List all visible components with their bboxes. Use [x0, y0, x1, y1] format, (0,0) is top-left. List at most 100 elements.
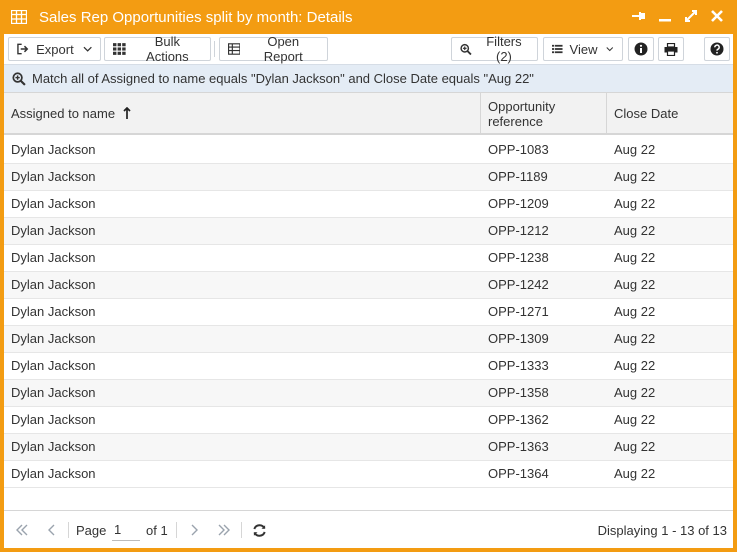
table-row[interactable]: Dylan Jackson OPP-1083 Aug 22 [4, 137, 733, 164]
cell-close-date: Aug 22 [614, 385, 656, 400]
first-page-icon[interactable] [14, 522, 30, 538]
cell-close-date: Aug 22 [614, 466, 656, 481]
table-row[interactable]: Dylan Jackson OPP-1189 Aug 22 [4, 164, 733, 191]
table-row[interactable]: Dylan Jackson OPP-1212 Aug 22 [4, 218, 733, 245]
column-header-label: Opportunity reference [488, 98, 556, 129]
bulk-actions-label: Bulk Actions [146, 34, 189, 64]
cell-close-date: Aug 22 [614, 169, 656, 184]
cell-assigned-to-name: Dylan Jackson [11, 439, 96, 454]
table-header: Assigned to name Opportunity reference C… [4, 92, 733, 135]
page-number-input[interactable] [112, 519, 140, 541]
toolbar-divider [214, 41, 215, 57]
export-icon [17, 43, 29, 55]
cell-assigned-to-name: Dylan Jackson [11, 196, 96, 211]
table-body: Dylan Jackson OPP-1083 Aug 22 Dylan Jackso… [4, 137, 733, 488]
column-header-close-date[interactable]: Close Date [607, 93, 733, 134]
cell-opportunity-reference: OPP-1238 [488, 250, 549, 265]
filter-summary-bar: Match all of Assigned to name equals "Dy… [4, 64, 733, 92]
cell-opportunity-reference: OPP-1212 [488, 223, 549, 238]
filters-button[interactable]: Filters (2) [451, 34, 538, 64]
view-button[interactable]: View [543, 37, 623, 61]
help-icon [710, 42, 724, 56]
cell-close-date: Aug 22 [614, 412, 656, 427]
table-row[interactable]: Dylan Jackson OPP-1358 Aug 22 [4, 380, 733, 407]
open-report-button[interactable]: Open Report [219, 34, 328, 64]
bulk-actions-button[interactable]: Bulk Actions [104, 34, 211, 64]
page-label: Page [76, 523, 107, 538]
display-count-label: Displaying 1 - 13 of 13 [597, 523, 727, 538]
cell-assigned-to-name: Dylan Jackson [11, 169, 96, 184]
table-row[interactable]: Dylan Jackson OPP-1333 Aug 22 [4, 353, 733, 380]
export-button[interactable]: Export [8, 37, 101, 61]
cell-assigned-to-name: Dylan Jackson [11, 277, 96, 292]
table-row[interactable]: Dylan Jackson OPP-1362 Aug 22 [4, 407, 733, 434]
grid-dots-icon [113, 43, 126, 55]
sort-ascending-icon [123, 107, 131, 119]
cell-assigned-to-name: Dylan Jackson [11, 142, 96, 157]
cell-opportunity-reference: OPP-1189 [488, 169, 548, 184]
column-header-label: Close Date [614, 106, 679, 121]
page-count-label: of 1 [146, 523, 168, 538]
cell-opportunity-reference: OPP-1083 [488, 142, 549, 157]
print-icon [664, 42, 678, 56]
next-page-icon[interactable] [186, 522, 202, 538]
minimize-icon[interactable] [657, 8, 673, 24]
previous-page-icon[interactable] [44, 522, 60, 538]
pager-divider [68, 522, 69, 538]
chevron-down-icon [83, 46, 92, 52]
cell-opportunity-reference: OPP-1363 [488, 439, 549, 454]
table-row[interactable]: Dylan Jackson OPP-1242 Aug 22 [4, 272, 733, 299]
window-title: Sales Rep Opportunities split by month: … [39, 8, 353, 26]
maximize-icon[interactable] [683, 8, 699, 24]
cell-close-date: Aug 22 [614, 277, 656, 292]
cell-close-date: Aug 22 [614, 304, 656, 319]
table-row[interactable]: Dylan Jackson OPP-1271 Aug 22 [4, 299, 733, 326]
column-header-opportunity-reference[interactable]: Opportunity reference [481, 93, 607, 134]
help-button[interactable] [704, 37, 730, 61]
cell-assigned-to-name: Dylan Jackson [11, 358, 96, 373]
filters-label: Filters (2) [486, 34, 522, 64]
cell-opportunity-reference: OPP-1358 [488, 385, 549, 400]
pin-icon[interactable] [631, 8, 647, 24]
cell-opportunity-reference: OPP-1209 [488, 196, 549, 211]
cell-close-date: Aug 22 [614, 250, 656, 265]
cell-assigned-to-name: Dylan Jackson [11, 412, 96, 427]
cell-assigned-to-name: Dylan Jackson [11, 466, 96, 481]
cell-assigned-to-name: Dylan Jackson [11, 385, 96, 400]
info-icon [634, 42, 648, 56]
pager-divider [241, 522, 242, 538]
info-button[interactable] [628, 37, 654, 61]
details-window: Sales Rep Opportunities split by month: … [0, 0, 737, 552]
grid-icon [11, 10, 27, 24]
print-button[interactable] [658, 37, 684, 61]
list-icon [552, 44, 563, 54]
cell-opportunity-reference: OPP-1242 [488, 277, 549, 292]
cell-assigned-to-name: Dylan Jackson [11, 331, 96, 346]
cell-close-date: Aug 22 [614, 358, 656, 373]
title-bar[interactable]: Sales Rep Opportunities split by month: … [0, 0, 737, 34]
table-row[interactable]: Dylan Jackson OPP-1363 Aug 22 [4, 434, 733, 461]
close-icon[interactable] [709, 8, 725, 24]
table-icon [228, 43, 241, 55]
cell-assigned-to-name: Dylan Jackson [11, 250, 96, 265]
open-report-label: Open Report [263, 34, 303, 64]
table-row[interactable]: Dylan Jackson OPP-1364 Aug 22 [4, 461, 733, 488]
refresh-icon[interactable] [251, 522, 267, 538]
cell-opportunity-reference: OPP-1364 [488, 466, 549, 481]
cell-assigned-to-name: Dylan Jackson [11, 304, 96, 319]
zoom-search-icon [12, 71, 26, 86]
chevron-down-icon [606, 47, 614, 52]
table-row[interactable]: Dylan Jackson OPP-1238 Aug 22 [4, 245, 733, 272]
column-header-label: Assigned to name [11, 106, 116, 121]
cell-opportunity-reference: OPP-1271 [488, 304, 549, 319]
pagination-bar: Page of 1 Displaying 1 - 13 of 13 [4, 510, 733, 548]
cell-close-date: Aug 22 [614, 142, 656, 157]
table-row[interactable]: Dylan Jackson OPP-1309 Aug 22 [4, 326, 733, 353]
last-page-icon[interactable] [216, 522, 232, 538]
cell-assigned-to-name: Dylan Jackson [11, 223, 96, 238]
view-label: View [569, 41, 598, 57]
column-header-assigned-to-name[interactable]: Assigned to name [4, 93, 481, 134]
table-row[interactable]: Dylan Jackson OPP-1209 Aug 22 [4, 191, 733, 218]
toolbar: Export Bulk Actions Open Report Filters … [4, 34, 733, 64]
cell-opportunity-reference: OPP-1333 [488, 358, 549, 373]
